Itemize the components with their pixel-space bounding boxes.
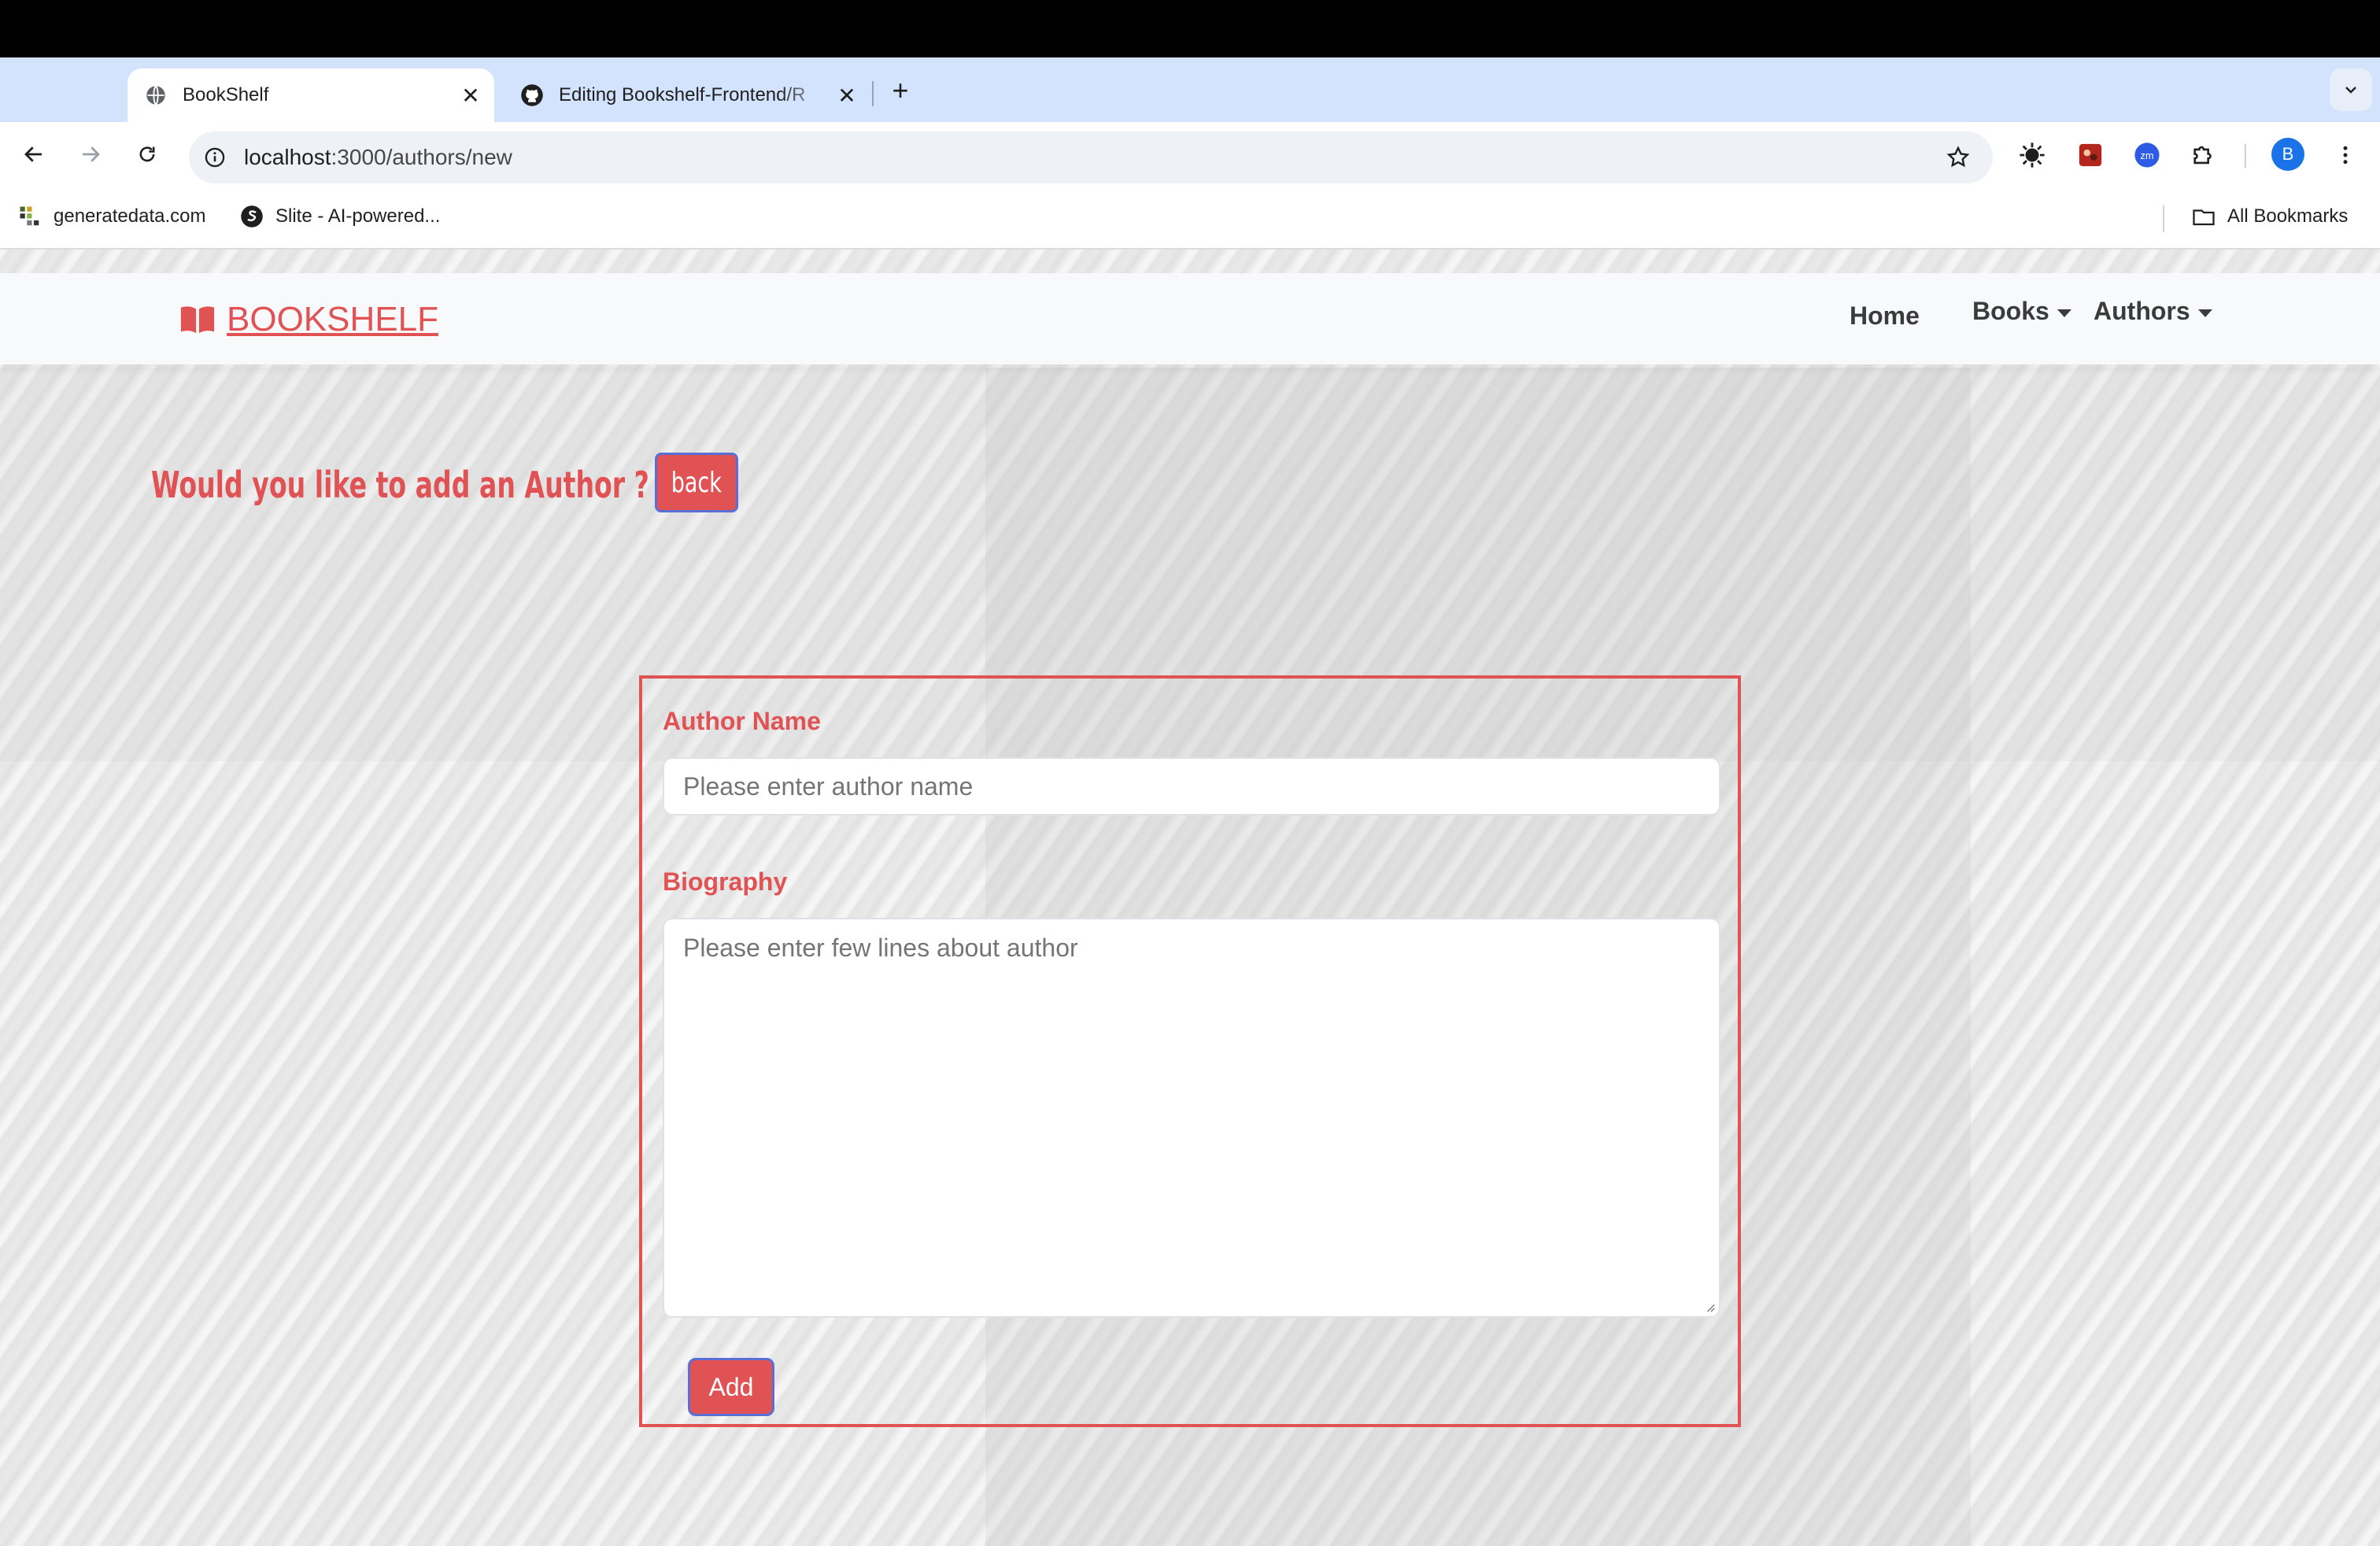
add-button[interactable]: Add bbox=[688, 1358, 774, 1416]
close-tab-icon[interactable]: ✕ bbox=[833, 81, 861, 109]
tab-title: Editing Bookshelf-Frontend/R bbox=[559, 84, 806, 105]
red-extension-icon[interactable] bbox=[2075, 139, 2106, 171]
arrow-left-icon bbox=[24, 146, 42, 162]
close-tab-icon[interactable]: ✕ bbox=[456, 81, 485, 109]
nav-books-dropdown[interactable]: Books bbox=[1972, 297, 2071, 326]
tab-strip: BookShelf ✕ Editing Bookshelf-Frontend/R… bbox=[0, 57, 2380, 122]
bookmarks-separator bbox=[2163, 205, 2164, 232]
site-navbar: BOOKSHELF Home Books Authors bbox=[0, 273, 2380, 364]
puzzle-icon[interactable] bbox=[2188, 139, 2219, 171]
kebab-menu-icon[interactable] bbox=[2330, 139, 2361, 171]
all-bookmarks-button[interactable]: All Bookmarks bbox=[2191, 202, 2348, 231]
github-icon bbox=[519, 83, 545, 108]
resize-handle-icon[interactable] bbox=[1705, 1302, 1716, 1313]
tab-github[interactable]: Editing Bookshelf-Frontend/R ✕ bbox=[504, 68, 870, 122]
globe-icon bbox=[143, 83, 168, 108]
bookmarks-bar: generatedata.com Slite - AI-powered... A… bbox=[0, 187, 2380, 250]
url-host: localhost bbox=[244, 145, 331, 169]
brand-label: BOOKSHELF bbox=[227, 300, 438, 338]
generatedata-icon bbox=[17, 204, 42, 229]
sun-extension-icon[interactable] bbox=[2016, 139, 2048, 171]
tab-search-button[interactable] bbox=[2330, 68, 2372, 111]
bookmark-label: Slite - AI-powered... bbox=[275, 205, 441, 227]
nav-home[interactable]: Home bbox=[1850, 301, 1920, 331]
biography-textarea[interactable] bbox=[663, 918, 1720, 1318]
site-info-icon[interactable] bbox=[201, 144, 228, 171]
address-bar[interactable]: localhost:3000/authors/new bbox=[189, 131, 1993, 183]
reload-button[interactable] bbox=[124, 131, 170, 177]
new-tab-button[interactable]: + bbox=[885, 74, 916, 106]
back-button-label: back bbox=[671, 466, 722, 499]
caret-down-icon bbox=[2197, 309, 2212, 317]
forward-nav-button[interactable] bbox=[68, 131, 113, 177]
tab-bookshelf[interactable]: BookShelf ✕ bbox=[128, 68, 494, 122]
book-open-icon bbox=[179, 304, 217, 335]
page-content: BOOKSHELF Home Books Authors Would you l… bbox=[0, 250, 2380, 1546]
author-name-input[interactable] bbox=[663, 757, 1720, 816]
browser-toolbar: localhost:3000/authors/new zm B bbox=[0, 122, 2380, 187]
bookmark-label: generatedata.com bbox=[54, 205, 206, 227]
all-bookmarks-label: All Bookmarks bbox=[2227, 205, 2349, 227]
back-nav-button[interactable] bbox=[11, 131, 57, 177]
add-author-form: Author Name Biography Add bbox=[639, 675, 1741, 1427]
slite-icon bbox=[239, 204, 264, 229]
chevron-down-icon bbox=[2345, 87, 2356, 94]
bookmark-slite[interactable]: Slite - AI-powered... bbox=[239, 202, 440, 231]
url-text: localhost:3000/authors/new bbox=[244, 145, 1941, 170]
nav-authors-dropdown[interactable]: Authors bbox=[2094, 297, 2212, 326]
nav-books-label: Books bbox=[1972, 297, 2049, 325]
page-title: Would you like to add an Author ? bbox=[151, 464, 649, 506]
toolbar-separator bbox=[2245, 144, 2246, 168]
back-button[interactable]: back bbox=[655, 453, 738, 512]
reload-icon bbox=[139, 146, 155, 162]
profile-avatar[interactable]: B bbox=[2271, 138, 2304, 171]
tab-title: BookShelf bbox=[183, 84, 269, 105]
os-menu-bar bbox=[0, 0, 2380, 57]
heading-row: Would you like to add an Author ? back bbox=[151, 453, 738, 512]
caret-down-icon bbox=[2057, 309, 2071, 317]
zoom-extension-icon[interactable]: zm bbox=[2131, 139, 2163, 171]
url-path: :3000/authors/new bbox=[331, 145, 512, 169]
arrow-right-icon bbox=[83, 146, 100, 162]
bookmark-generatedata[interactable]: generatedata.com bbox=[17, 202, 205, 231]
nav-authors-label: Authors bbox=[2094, 297, 2190, 325]
folder-icon bbox=[2191, 204, 2216, 229]
zoom-extension-label: zm bbox=[2141, 150, 2154, 161]
nav-home-label: Home bbox=[1850, 301, 1920, 330]
tab-separator bbox=[872, 81, 874, 106]
author-name-label: Author Name bbox=[663, 707, 821, 735]
brand-link[interactable]: BOOKSHELF bbox=[179, 300, 438, 339]
biography-label: Biography bbox=[663, 867, 788, 896]
bookmark-star-icon[interactable] bbox=[1941, 140, 1975, 175]
